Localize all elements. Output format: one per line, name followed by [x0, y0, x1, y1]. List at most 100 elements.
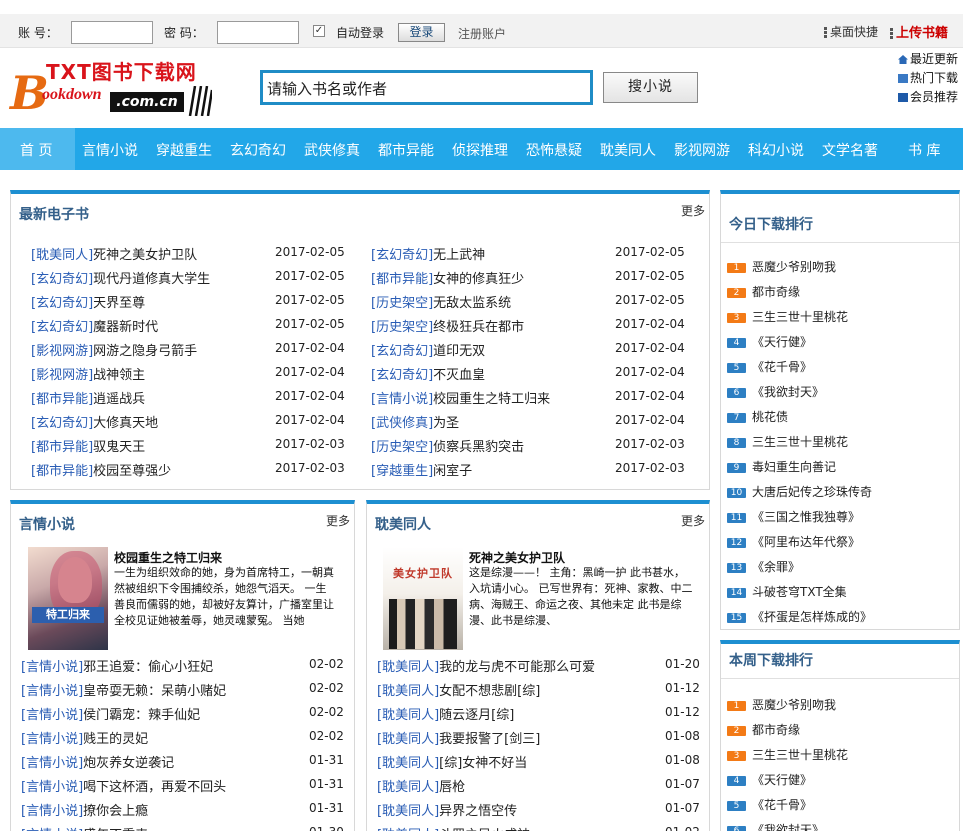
ranking-book-title[interactable]: 三生三世十里桃花: [752, 748, 848, 762]
book-category-link[interactable]: [言情小说]: [21, 660, 83, 675]
nav-item-home[interactable]: 首 页: [20, 140, 52, 160]
book-title-link[interactable]: 道印无双: [433, 344, 485, 359]
book-category-link[interactable]: [言情小说]: [21, 708, 83, 723]
ranking-item[interactable]: 13 《余罪》: [727, 558, 800, 575]
latest-book-row[interactable]: [历史架空]终极狂兵在都市: [371, 316, 524, 335]
nav-item-urban[interactable]: 都市异能: [378, 140, 434, 160]
nav-item-horror[interactable]: 恐怖悬疑: [526, 140, 582, 160]
book-category-link[interactable]: [玄幻奇幻]: [371, 248, 433, 263]
book-category-link[interactable]: [都市异能]: [31, 392, 93, 407]
ranking-item[interactable]: 14 斗破苍穹TXT全集: [727, 583, 847, 600]
latest-more-link[interactable]: 更多: [681, 202, 705, 219]
ranking-book-title[interactable]: 《抔蛋是怎样炼成的》: [752, 610, 872, 624]
ranking-book-title[interactable]: 恶魔少爷别吻我: [752, 698, 836, 712]
book-title-link[interactable]: 为圣: [433, 416, 459, 431]
ranking-item[interactable]: 8 三生三世十里桃花: [727, 433, 848, 450]
book-category-link[interactable]: [玄幻奇幻]: [371, 344, 433, 359]
book-title-link[interactable]: 天界至尊: [93, 296, 145, 311]
section-book-row[interactable]: [耽美同人]我要报警了[剑三]: [377, 728, 540, 747]
book-title-link[interactable]: 终极狂兵在都市: [433, 320, 524, 335]
latest-book-row[interactable]: [都市异能]逍遥战兵: [31, 388, 145, 407]
book-title-link[interactable]: 校园重生之特工归来: [433, 392, 550, 407]
book-title-link[interactable]: 无上武神: [433, 248, 485, 263]
book-category-link[interactable]: [玄幻奇幻]: [31, 320, 93, 335]
nav-item-romance[interactable]: 言情小说: [82, 140, 138, 160]
ranking-item[interactable]: 1 恶魔少爷别吻我: [727, 258, 836, 275]
section-book-row[interactable]: [耽美同人]随云逐月[综]: [377, 704, 514, 723]
account-input[interactable]: [71, 21, 153, 44]
ranking-book-title[interactable]: 《天行健》: [752, 773, 812, 787]
search-input[interactable]: 请输入书名或作者: [260, 70, 593, 105]
ranking-item[interactable]: 2 都市奇缘: [727, 721, 800, 738]
book-category-link[interactable]: [都市异能]: [371, 272, 433, 287]
ranking-item[interactable]: 12 《阿里布达年代祭》: [727, 533, 860, 550]
section-book-row[interactable]: [言情小说]邪王追爱：偷心小狂妃: [21, 656, 213, 675]
ranking-item[interactable]: 1 恶魔少爷别吻我: [727, 696, 836, 713]
book-title-link[interactable]: [综]女神不好当: [439, 756, 527, 771]
romance-more-link[interactable]: 更多: [326, 512, 350, 529]
nav-item-library[interactable]: 书 库: [908, 140, 940, 160]
book-title-link[interactable]: 不灭血皇: [433, 368, 485, 383]
quick-link-recent[interactable]: 最近更新: [898, 50, 958, 69]
ranking-book-title[interactable]: 《天行健》: [752, 335, 812, 349]
latest-book-row[interactable]: [武侠修真]为圣: [371, 412, 459, 431]
ranking-item[interactable]: 3 三生三世十里桃花: [727, 746, 848, 763]
latest-book-row[interactable]: [玄幻奇幻]大修真天地: [31, 412, 158, 431]
book-category-link[interactable]: [影视网游]: [31, 344, 93, 359]
ranking-item[interactable]: 6 《我欲封天》: [727, 383, 824, 400]
ranking-book-title[interactable]: 都市奇缘: [752, 723, 800, 737]
book-title-link[interactable]: 战神领主: [93, 368, 145, 383]
book-category-link[interactable]: [穿越重生]: [371, 464, 433, 479]
ranking-item[interactable]: 10 大唐后妃传之珍珠传奇: [727, 483, 872, 500]
book-title-link[interactable]: 侦察兵黑豹突击: [433, 440, 524, 455]
nav-item-detective[interactable]: 侦探推理: [452, 140, 508, 160]
latest-book-row[interactable]: [历史架空]无敌太监系统: [371, 292, 511, 311]
ranking-book-title[interactable]: 恶魔少爷别吻我: [752, 260, 836, 274]
ranking-book-title[interactable]: 三生三世十里桃花: [752, 435, 848, 449]
book-category-link[interactable]: [耽美同人]: [377, 732, 439, 747]
section-book-row[interactable]: [言情小说]盛年不重来: [21, 824, 148, 831]
book-category-link[interactable]: [影视网游]: [31, 368, 93, 383]
book-title-link[interactable]: 无敌太监系统: [433, 296, 511, 311]
book-title-link[interactable]: 皇帝耍无赖：呆萌小赌妃: [83, 684, 226, 699]
book-title-link[interactable]: 邪王追爱：偷心小狂妃: [83, 660, 213, 675]
nav-item-games[interactable]: 影视网游: [674, 140, 730, 160]
book-category-link[interactable]: [玄幻奇幻]: [31, 272, 93, 287]
book-category-link[interactable]: [都市异能]: [31, 440, 93, 455]
book-category-link[interactable]: [言情小说]: [21, 756, 83, 771]
section-book-row[interactable]: [言情小说]喝下这杯酒，再爱不回头: [21, 776, 226, 795]
latest-book-row[interactable]: [玄幻奇幻]魔器新时代: [31, 316, 158, 335]
ranking-book-title[interactable]: 斗破苍穹TXT全集: [752, 585, 847, 599]
ranking-item[interactable]: 5 《花千骨》: [727, 796, 812, 813]
section-book-row[interactable]: [言情小说]贱王的灵妃: [21, 728, 148, 747]
danmei-feature-cover[interactable]: 美女护卫队: [383, 547, 463, 650]
latest-book-row[interactable]: [穿越重生]闲室子: [371, 460, 472, 479]
search-button[interactable]: 搜小说: [603, 72, 698, 103]
book-category-link[interactable]: [历史架空]: [371, 440, 433, 455]
latest-book-row[interactable]: [玄幻奇幻]现代丹道修真大学生: [31, 268, 210, 287]
book-category-link[interactable]: [玄幻奇幻]: [371, 368, 433, 383]
login-button[interactable]: 登录: [398, 23, 445, 42]
book-category-link[interactable]: [历史架空]: [371, 296, 433, 311]
ranking-item[interactable]: 4 《天行健》: [727, 771, 812, 788]
book-title-link[interactable]: 闲室子: [433, 464, 472, 479]
ranking-book-title[interactable]: 三生三世十里桃花: [752, 310, 848, 324]
ranking-book-title[interactable]: 《花千骨》: [752, 360, 812, 374]
book-category-link[interactable]: [耽美同人]: [377, 804, 439, 819]
ranking-item[interactable]: 4 《天行健》: [727, 333, 812, 350]
quick-link-hot[interactable]: 热门下载: [898, 69, 958, 88]
section-book-row[interactable]: [耽美同人]女配不想悲剧[综]: [377, 680, 540, 699]
section-book-row[interactable]: [耽美同人]我的龙与虎不可能那么可爱: [377, 656, 595, 675]
latest-book-row[interactable]: [都市异能]驭鬼天王: [31, 436, 145, 455]
danmei-feature-title[interactable]: 死神之美女护卫队: [469, 549, 565, 566]
latest-book-row[interactable]: [言情小说]校园重生之特工归来: [371, 388, 550, 407]
ranking-item[interactable]: 15 《抔蛋是怎样炼成的》: [727, 608, 872, 625]
book-title-link[interactable]: 我要报警了[剑三]: [439, 732, 540, 747]
book-category-link[interactable]: [耽美同人]: [377, 660, 439, 675]
latest-book-row[interactable]: [耽美同人]死神之美女护卫队: [31, 244, 197, 263]
ranking-book-title[interactable]: 《我欲封天》: [752, 385, 824, 399]
ranking-book-title[interactable]: 毒妇重生向善记: [752, 460, 836, 474]
book-title-link[interactable]: 大修真天地: [93, 416, 158, 431]
latest-book-row[interactable]: [影视网游]网游之隐身弓箭手: [31, 340, 197, 359]
ranking-item[interactable]: 2 都市奇缘: [727, 283, 800, 300]
